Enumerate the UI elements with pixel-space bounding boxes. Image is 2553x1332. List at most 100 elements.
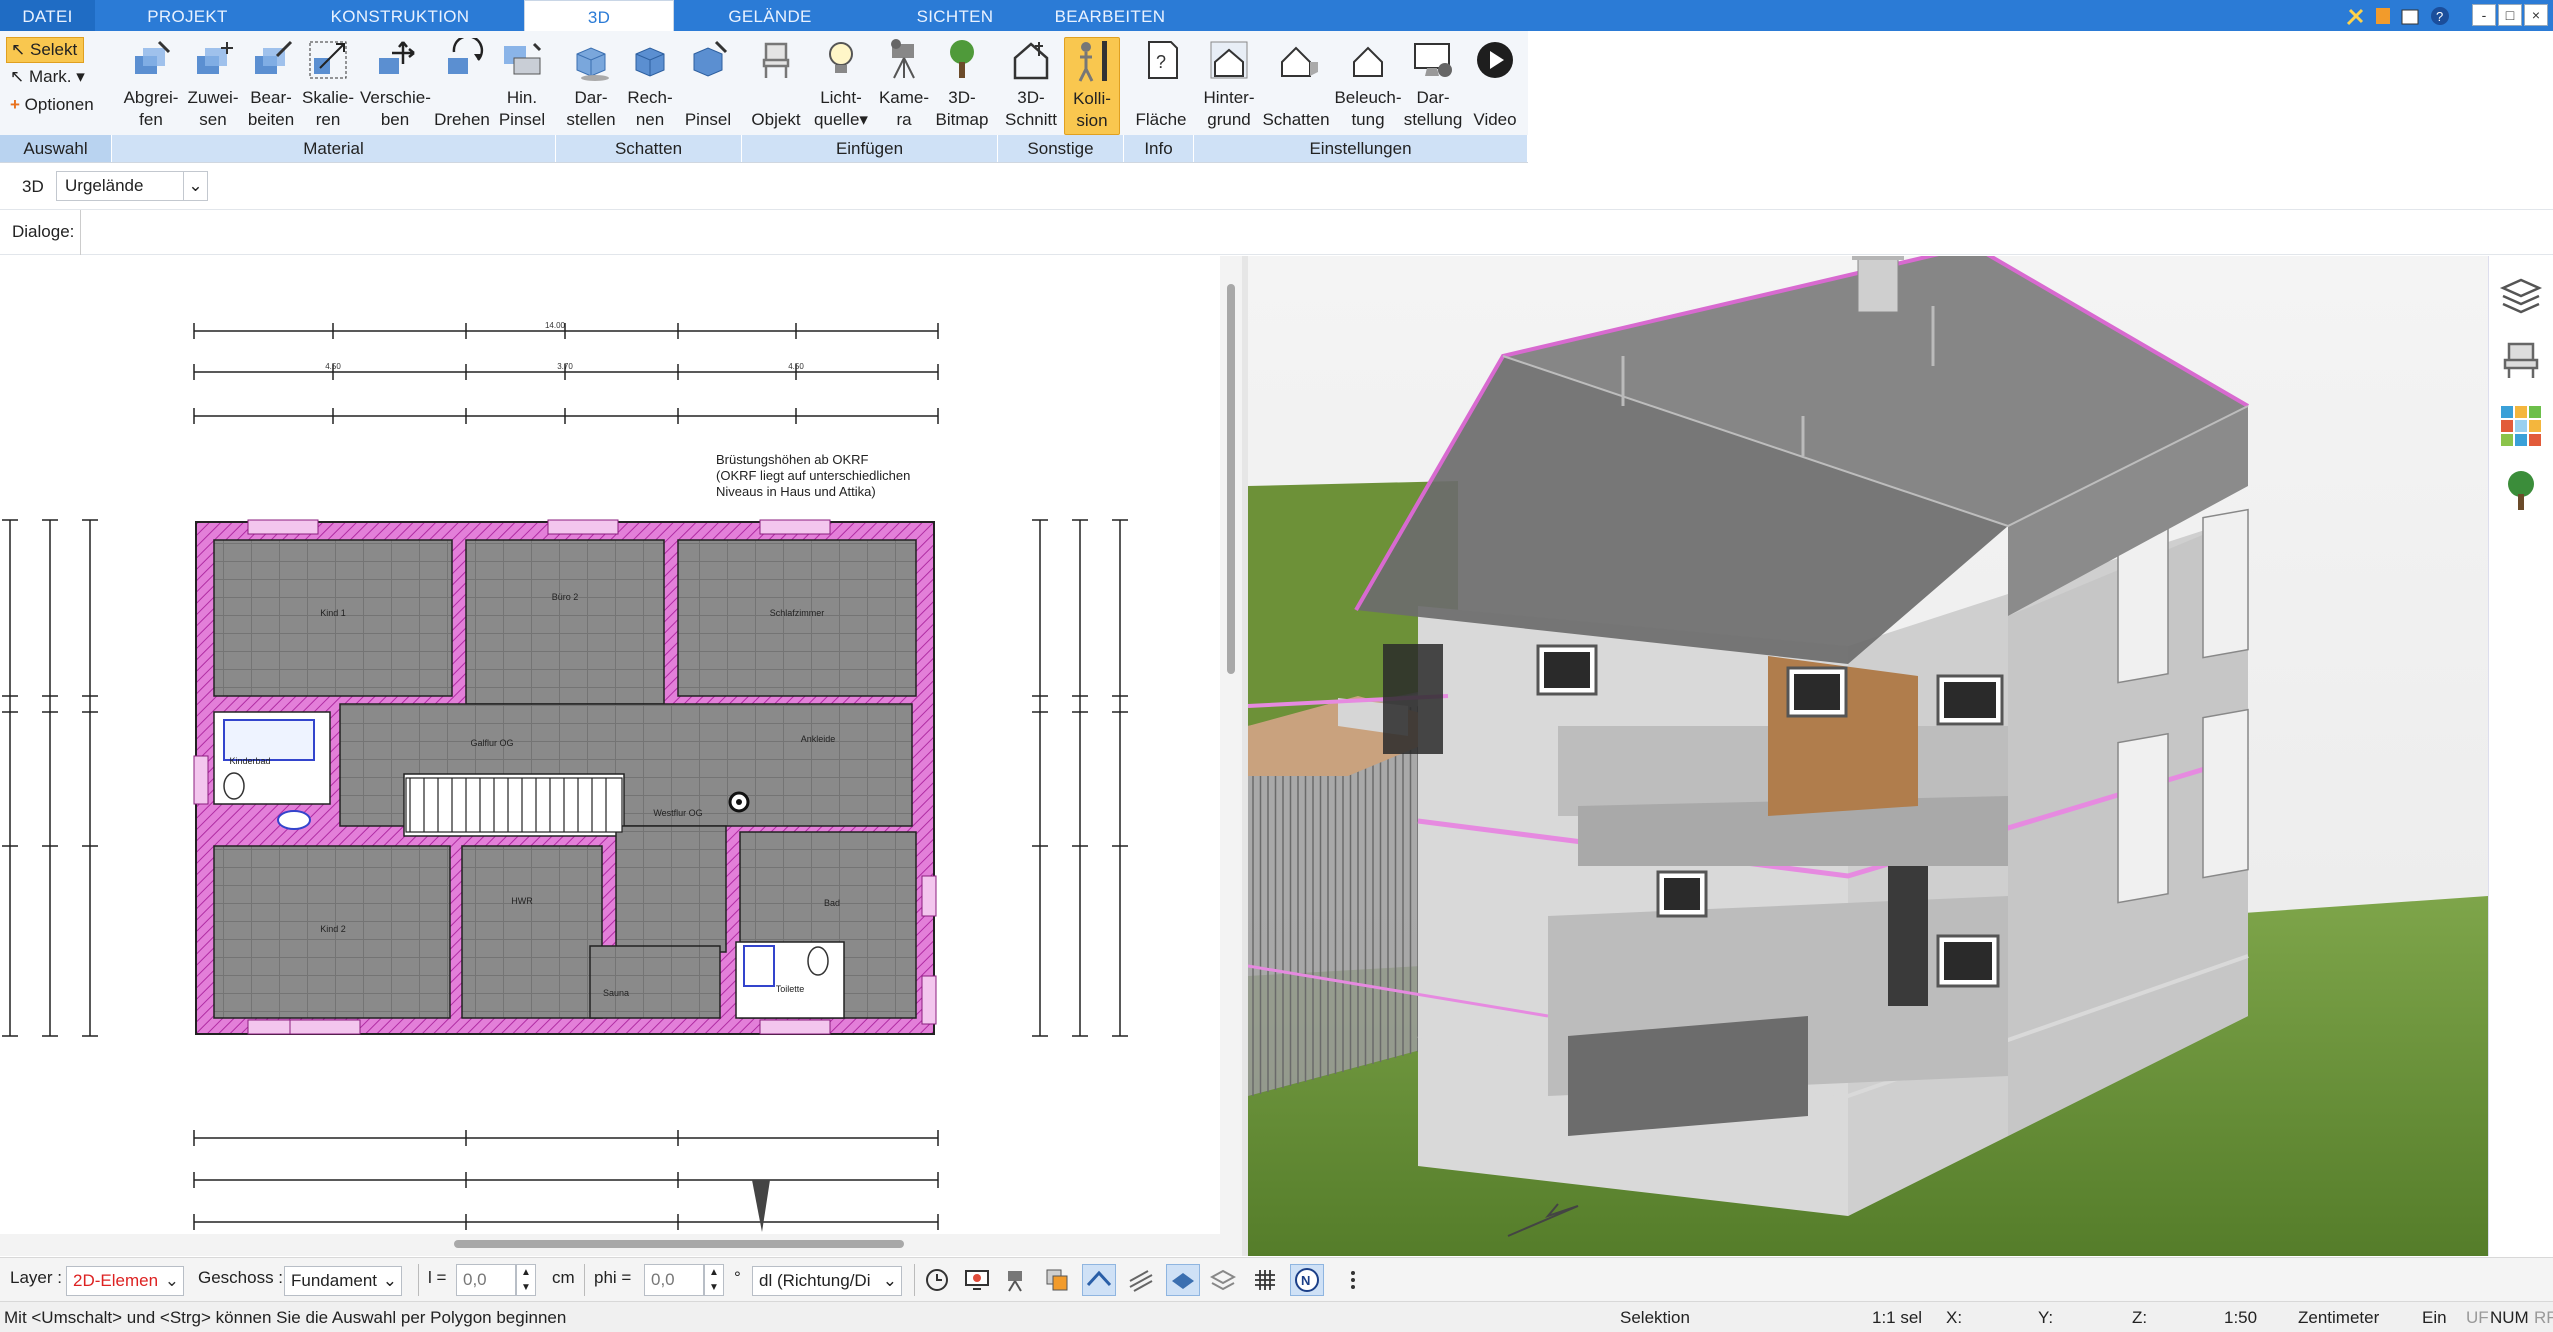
- l-spinner[interactable]: ▲ ▼: [516, 1264, 536, 1296]
- armchair-icon[interactable]: [2499, 338, 2543, 382]
- verschieben-button[interactable]: Verschie- ben: [360, 37, 431, 131]
- tree-icon[interactable]: [2499, 468, 2543, 512]
- bearbeiten-label: Bear- beiten: [247, 88, 295, 129]
- v-scroll-thumb[interactable]: [1227, 284, 1235, 674]
- mode-label: 3D: [22, 177, 44, 196]
- tab-konstruktion[interactable]: KONSTRUKTION: [320, 0, 480, 31]
- darstellung-button[interactable]: Dar- stellung: [1402, 37, 1464, 131]
- hatch-icon[interactable]: [1124, 1264, 1158, 1296]
- status-rf: RF: [2534, 1308, 2553, 1327]
- schatten-einst-label: Schatten: [1262, 110, 1330, 129]
- room-label: Kind 2: [320, 924, 346, 934]
- room-label: HWR: [511, 896, 533, 906]
- restore-button[interactable]: □: [2498, 4, 2522, 26]
- h-scroll-thumb[interactable]: [454, 1240, 904, 1248]
- lichtquelle-label: Licht- quelle: [814, 88, 862, 129]
- beleuchtung-button[interactable]: Beleuch- tung: [1330, 37, 1406, 131]
- group-schatten: Schatten: [556, 135, 742, 162]
- schatten-pinsel-button[interactable]: Pinsel: [678, 37, 738, 131]
- hin-pinsel-button[interactable]: Hin. Pinsel: [492, 37, 552, 131]
- flaeche-button[interactable]: ? Fläche: [1128, 37, 1194, 131]
- copy-3d-icon[interactable]: [1040, 1264, 1074, 1296]
- monitor-gear-icon: [1410, 37, 1456, 83]
- 3d-schnitt-button[interactable]: 3D- Schnitt: [998, 37, 1064, 131]
- dim-c: 4.50: [788, 362, 804, 371]
- more-icon[interactable]: [1336, 1264, 1370, 1296]
- grid-icon[interactable]: [1248, 1264, 1282, 1296]
- ribbon: ↖ Selekt ↖ Mark. ▾ + Optionen Abgrei- fe…: [0, 31, 1528, 163]
- abgreifen-button[interactable]: Abgrei- fen: [118, 37, 184, 131]
- bitmap-button[interactable]: 3D- Bitmap: [930, 37, 994, 131]
- zuweisen-button[interactable]: Zuwei- sen: [184, 37, 242, 131]
- plane-icon[interactable]: [1166, 1264, 1200, 1296]
- status-bar: Mit <Umschalt> und <Strg> können Sie die…: [0, 1301, 2553, 1332]
- cube-compute-icon: [627, 37, 673, 83]
- l-input[interactable]: 0,0: [456, 1264, 516, 1296]
- options-button[interactable]: + Optionen: [10, 95, 94, 115]
- v-scrollbar[interactable]: [1220, 256, 1242, 1256]
- hintergrund-button[interactable]: Hinter- grund: [1198, 37, 1260, 131]
- cursor-icon: ↖: [11, 40, 26, 59]
- rechnen-button[interactable]: Rech- nen: [620, 37, 680, 131]
- kamera-button[interactable]: Kame- ra: [874, 37, 934, 131]
- chevron-down-icon: ⌄: [183, 172, 207, 200]
- tab-bearbeiten[interactable]: BEARBEITEN: [1040, 0, 1180, 31]
- kollision-button[interactable]: Kolli- sion: [1064, 37, 1120, 135]
- drehen-button[interactable]: Drehen: [432, 37, 492, 131]
- bulb-icon: [818, 37, 864, 83]
- layers-icon[interactable]: [2499, 274, 2543, 318]
- dim-total: 14.00: [545, 321, 566, 330]
- north-icon[interactable]: N: [1290, 1264, 1324, 1296]
- dl-select[interactable]: dl (Richtung/Di ⌄: [752, 1266, 902, 1296]
- chevron-down-icon: ⌄: [164, 1271, 179, 1290]
- 3d-view[interactable]: [1248, 256, 2488, 1256]
- schatten-einst-button[interactable]: Schatten: [1258, 37, 1334, 131]
- hin-pinsel-label: Hin. Pinsel: [498, 88, 546, 129]
- house-shadow-icon: [1273, 37, 1319, 83]
- tab-sichten[interactable]: SICHTEN: [885, 0, 1025, 31]
- monitor-icon[interactable]: [960, 1264, 994, 1296]
- group-sonstige: Sonstige: [998, 135, 1124, 162]
- chevron-down-icon: ⌄: [882, 1271, 897, 1290]
- terrain-select[interactable]: Urgelände ⌄: [56, 171, 208, 201]
- tab-gelaende[interactable]: GELÄNDE: [700, 0, 840, 31]
- roof-view-icon[interactable]: [1082, 1264, 1116, 1296]
- l-unit: cm: [552, 1268, 575, 1287]
- layer-select[interactable]: 2D-Elemen ⌄: [66, 1266, 184, 1296]
- select-button[interactable]: ↖ Selekt: [6, 37, 84, 63]
- bearbeiten-button[interactable]: Bear- beiten: [242, 37, 300, 131]
- l-label: l =: [428, 1268, 447, 1287]
- materials-icon[interactable]: [2499, 404, 2543, 448]
- tab-3d[interactable]: 3D: [524, 0, 674, 32]
- group-info: Info: [1124, 135, 1194, 162]
- camera-walk-icon[interactable]: [1000, 1264, 1034, 1296]
- skalieren-button[interactable]: Skalie- ren: [298, 37, 358, 131]
- phi-spinner[interactable]: ▲ ▼: [704, 1264, 724, 1296]
- lichtquelle-button[interactable]: Licht- quelle▾: [808, 37, 874, 131]
- geschoss-select[interactable]: Fundament ⌄: [284, 1266, 402, 1296]
- tab-datei[interactable]: DATEI: [0, 0, 95, 31]
- status-uf: UF: [2466, 1308, 2489, 1327]
- clock-icon[interactable]: [920, 1264, 954, 1296]
- abgreifen-label: Abgrei- fen: [123, 88, 179, 129]
- hintergrund-label: Hinter- grund: [1203, 88, 1255, 129]
- quick-tools-icons[interactable]: ?: [2344, 4, 2454, 28]
- close-button[interactable]: ×: [2524, 4, 2548, 26]
- floor-plan-view[interactable]: 14.00 4.50 3.70 4.50 Brüstungshöhen ab O…: [0, 256, 1220, 1256]
- minimize-button[interactable]: -: [2472, 4, 2496, 26]
- status-ein: Ein: [2422, 1308, 2447, 1327]
- divider: [80, 210, 81, 255]
- 3d-schnitt-label: 3D- Schnitt: [1005, 88, 1057, 129]
- mark-button[interactable]: ↖ Mark. ▾: [10, 67, 85, 87]
- video-button[interactable]: Video: [1464, 37, 1526, 131]
- tab-projekt[interactable]: PROJEKT: [120, 0, 255, 31]
- beleuchtung-label: Beleuch- tung: [1334, 88, 1402, 129]
- layers-stack-icon[interactable]: [1206, 1264, 1240, 1296]
- status-scale: 1:50: [2224, 1308, 2258, 1327]
- kollision-label: Kolli- sion: [1073, 89, 1111, 130]
- phi-input[interactable]: 0,0: [644, 1264, 704, 1296]
- svg-text:?: ?: [2436, 9, 2443, 24]
- verschieben-label: Verschie- ben: [360, 88, 431, 129]
- darstellen-button[interactable]: Dar- stellen: [560, 37, 622, 131]
- objekt-button[interactable]: Objekt: [744, 37, 808, 131]
